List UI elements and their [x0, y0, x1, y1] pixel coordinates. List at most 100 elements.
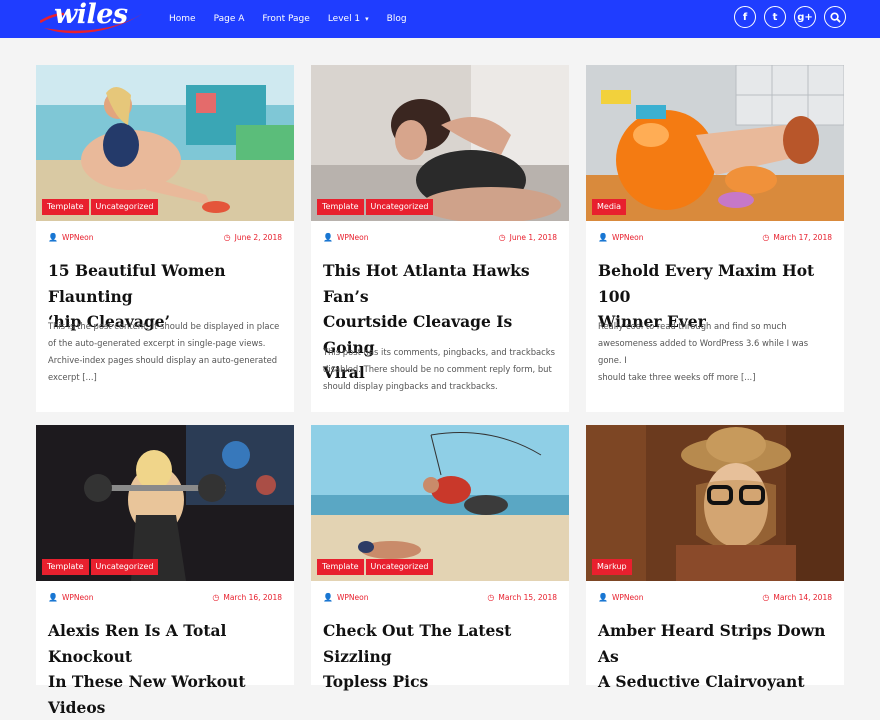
tag-link[interactable]: Template — [42, 199, 89, 215]
bed-photo-image — [311, 65, 569, 221]
post-meta: 👤 WPNeon ◷ June 1, 2018 — [323, 233, 557, 245]
post-author[interactable]: 👤 WPNeon — [323, 593, 368, 602]
tag-link[interactable]: Media — [592, 199, 627, 215]
post-tags: Template Uncategorized — [42, 199, 160, 215]
post-title-line: Behold Every Maxim Hot 100 — [598, 261, 815, 306]
date-text: March 16, 2018 — [223, 593, 282, 602]
clock-icon: ◷ — [487, 593, 495, 602]
author-name: WPNeon — [336, 593, 369, 602]
user-icon: 👤 — [48, 593, 58, 602]
exercise-ball-photo-image — [586, 65, 844, 221]
nav-home-label: Home — [169, 14, 196, 24]
post-thumbnail[interactable]: Media — [586, 65, 844, 221]
tag-link[interactable]: Uncategorized — [90, 199, 159, 215]
google-plus-icon[interactable]: g+ — [794, 6, 816, 28]
nav-home[interactable]: Home — [169, 14, 196, 24]
logo-text: wiles — [54, 0, 128, 30]
post-meta: 👤 WPNeon ◷ June 2, 2018 — [48, 233, 282, 245]
post-date[interactable]: ◷ June 1, 2018 — [499, 233, 557, 242]
nav-page-a[interactable]: Page A — [214, 14, 245, 24]
post-thumbnail[interactable]: Template Uncategorized — [311, 425, 569, 581]
post-title-line: This Hot Atlanta Hawks Fan’s — [323, 261, 530, 306]
nav-front-page[interactable]: Front Page — [262, 14, 309, 24]
user-icon: 👤 — [323, 593, 333, 602]
nav-level-1[interactable]: Level 1 ▾ — [328, 14, 369, 24]
post-author[interactable]: 👤 WPNeon — [48, 593, 93, 602]
post-tags: Template Uncategorized — [42, 559, 160, 575]
post-meta: 👤 WPNeon ◷ March 17, 2018 — [598, 233, 832, 245]
author-name: WPNeon — [336, 233, 369, 242]
post-author[interactable]: 👤 WPNeon — [323, 233, 368, 242]
clock-icon: ◷ — [223, 233, 231, 242]
excerpt-line: This post has its comments, pingbacks, a… — [323, 347, 555, 357]
post-title-line: Amber Heard Strips Down As — [598, 621, 826, 666]
date-text: March 15, 2018 — [498, 593, 557, 602]
post-title-line: Alexis Ren Is A Total Knockout — [48, 621, 227, 666]
user-icon: 👤 — [598, 233, 608, 242]
main-nav: Home Page A Front Page Level 1 ▾ Blog — [169, 0, 425, 38]
post-date[interactable]: ◷ June 2, 2018 — [224, 233, 282, 242]
post-card: Template Uncategorized 👤 WPNeon ◷ March 15… — [311, 425, 569, 691]
post-excerpt: This is the post content. It should be d… — [48, 318, 282, 386]
post-tags: Media — [592, 199, 628, 215]
clock-icon: ◷ — [762, 593, 770, 602]
nav-blog[interactable]: Blog — [387, 14, 407, 24]
social-links: f t g+ — [726, 6, 846, 28]
facebook-icon[interactable]: f — [734, 6, 756, 28]
author-name: WPNeon — [61, 593, 94, 602]
post-meta: 👤 WPNeon ◷ March 14, 2018 — [598, 593, 832, 605]
excerpt-line: Really cool to read through and find so … — [598, 321, 787, 331]
tag-link[interactable]: Uncategorized — [365, 559, 434, 575]
tag-link[interactable]: Template — [42, 559, 89, 575]
tag-link[interactable]: Markup — [592, 559, 632, 575]
nav-level-1-label: Level 1 — [327, 14, 361, 24]
post-date[interactable]: ◷ March 17, 2018 — [762, 233, 832, 242]
chevron-down-icon: ▾ — [365, 15, 369, 23]
post-excerpt: This post has its comments, pingbacks, a… — [323, 344, 557, 395]
date-text: June 2, 2018 — [234, 233, 282, 242]
excerpt-line: This is the post content. It should be d… — [48, 321, 280, 331]
search-glyph-icon — [829, 11, 841, 23]
clock-icon: ◷ — [212, 593, 220, 602]
post-tags: Markup — [592, 559, 634, 575]
tag-link[interactable]: Uncategorized — [365, 199, 434, 215]
excerpt-line: should take three weeks off more [...] — [598, 372, 756, 382]
search-icon[interactable] — [824, 6, 846, 28]
date-text: March 14, 2018 — [773, 593, 832, 602]
excerpt-line: awesomeness added to WordPress 3.6 while… — [598, 338, 809, 365]
post-title-line: A Seductive Clairvoyant — [598, 672, 805, 691]
post-card: Template Uncategorized 👤 WPNeon ◷ March 16… — [36, 425, 294, 717]
nav-page-a-label: Page A — [213, 14, 245, 24]
post-meta: 👤 WPNeon ◷ March 15, 2018 — [323, 593, 557, 605]
beach-photo-image — [36, 65, 294, 221]
post-thumbnail[interactable]: Template Uncategorized — [36, 425, 294, 581]
post-date[interactable]: ◷ March 14, 2018 — [762, 593, 832, 602]
post-author[interactable]: 👤 WPNeon — [598, 593, 643, 602]
post-title[interactable]: Amber Heard Strips Down As A Seductive C… — [598, 618, 834, 695]
tag-link[interactable]: Template — [317, 199, 364, 215]
post-thumbnail[interactable]: Template Uncategorized — [311, 65, 569, 221]
clock-icon: ◷ — [762, 233, 770, 242]
post-thumbnail[interactable]: Markup — [586, 425, 844, 581]
tag-link[interactable]: Uncategorized — [90, 559, 159, 575]
tag-link[interactable]: Template — [317, 559, 364, 575]
user-icon: 👤 — [48, 233, 58, 242]
post-author[interactable]: 👤 WPNeon — [598, 233, 643, 242]
user-icon: 👤 — [598, 593, 608, 602]
post-title[interactable]: Alexis Ren Is A Total Knockout In These … — [48, 618, 284, 720]
paraglide-beach-photo-image — [311, 425, 569, 581]
gym-photo-image — [36, 425, 294, 581]
site-logo[interactable]: wiles — [40, 0, 145, 38]
date-text: June 1, 2018 — [509, 233, 557, 242]
clock-icon: ◷ — [498, 233, 506, 242]
post-thumbnail[interactable]: Template Uncategorized — [36, 65, 294, 221]
post-title[interactable]: Check Out The Latest Sizzling Topless Pi… — [323, 618, 559, 695]
nav-front-page-label: Front Page — [262, 14, 310, 24]
post-title-line: In These New Workout Videos — [48, 672, 246, 717]
post-date[interactable]: ◷ March 15, 2018 — [487, 593, 557, 602]
excerpt-line: excerpt [...] — [48, 372, 97, 382]
post-date[interactable]: ◷ March 16, 2018 — [212, 593, 282, 602]
post-tags: Template Uncategorized — [317, 559, 435, 575]
post-author[interactable]: 👤 WPNeon — [48, 233, 93, 242]
twitter-icon[interactable]: t — [764, 6, 786, 28]
